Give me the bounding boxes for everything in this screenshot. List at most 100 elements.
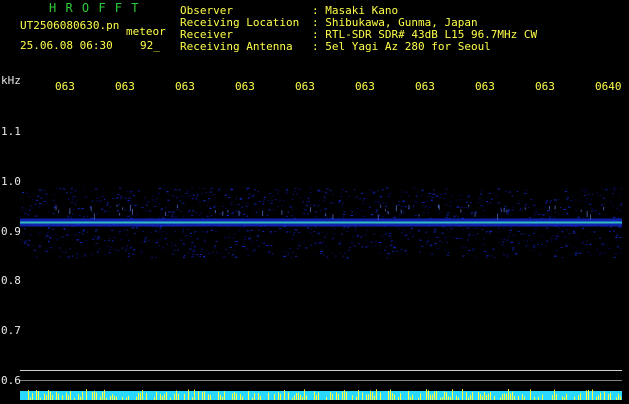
noise-speck xyxy=(61,251,63,252)
noise-speck xyxy=(620,248,622,249)
noise-speck xyxy=(462,229,465,230)
noise-speck xyxy=(240,213,241,214)
time-tick-label: 063 xyxy=(115,80,135,93)
noise-speck xyxy=(427,241,428,242)
noise-speck xyxy=(252,196,254,197)
time-tick-label: 063 xyxy=(295,80,315,93)
meteor-echo xyxy=(525,207,526,209)
noise-speck xyxy=(263,243,266,244)
noise-speck xyxy=(67,257,68,258)
noise-speck xyxy=(343,256,344,257)
noise-speck xyxy=(124,198,127,199)
noise-speck xyxy=(378,203,381,204)
noise-speck xyxy=(429,207,432,208)
noise-speck xyxy=(194,231,196,232)
noise-speck xyxy=(468,196,471,197)
noise-speck xyxy=(32,257,33,258)
noise-speck xyxy=(371,242,372,243)
noise-speck xyxy=(117,250,119,251)
noise-speck xyxy=(375,212,377,213)
noise-speck xyxy=(558,199,560,200)
meteor-echo xyxy=(281,210,282,214)
noise-speck xyxy=(545,245,547,246)
noise-speck xyxy=(52,229,55,230)
strength-peak xyxy=(58,394,59,400)
noise-speck xyxy=(317,191,319,192)
noise-speck xyxy=(366,246,367,247)
noise-speck xyxy=(131,215,133,216)
noise-speck xyxy=(503,255,506,256)
noise-speck xyxy=(270,245,272,246)
noise-speck xyxy=(560,207,561,208)
noise-speck xyxy=(193,250,194,251)
noise-speck xyxy=(515,253,518,254)
noise-speck xyxy=(22,192,24,193)
strength-peak xyxy=(128,396,129,400)
noise-speck xyxy=(402,190,403,191)
noise-speck xyxy=(229,237,230,238)
strength-peak xyxy=(352,395,353,400)
noise-speck xyxy=(211,188,214,189)
noise-speck xyxy=(319,198,320,199)
strength-peak xyxy=(210,395,211,400)
noise-speck xyxy=(28,214,29,215)
time-axis: 063 063 063 063 063 063 063 063 063 0640 xyxy=(0,76,629,98)
noise-speck xyxy=(318,233,320,234)
noise-speck xyxy=(97,252,100,253)
noise-speck xyxy=(610,227,611,228)
strength-peak xyxy=(304,389,305,400)
noise-speck xyxy=(573,231,574,232)
noise-speck xyxy=(436,196,438,197)
noise-speck xyxy=(619,237,621,238)
noise-speck xyxy=(326,246,327,247)
header: H R O F F T UT2506080630.pn meteor 25.06… xyxy=(0,0,629,72)
strength-peak xyxy=(194,390,195,400)
noise-speck xyxy=(395,227,397,228)
meteor-echo xyxy=(132,209,133,215)
noise-speck xyxy=(190,191,191,192)
noise-speck xyxy=(307,201,310,202)
noise-speck xyxy=(238,231,239,232)
noise-speck xyxy=(77,253,79,254)
meteor-echo xyxy=(396,205,397,211)
strength-peak xyxy=(96,392,97,400)
noise-speck xyxy=(421,246,423,247)
noise-speck xyxy=(183,243,185,244)
noise-speck xyxy=(92,239,93,240)
noise-speck xyxy=(388,252,389,253)
noise-speck xyxy=(411,227,413,228)
noise-speck xyxy=(503,253,505,254)
noise-speck xyxy=(345,191,347,192)
noise-speck xyxy=(361,246,363,247)
frequency-tick-label: 1.1 xyxy=(1,125,21,138)
noise-speck xyxy=(613,217,614,218)
antenna-value: : 5el Yagi Az 280 for Seoul xyxy=(312,41,491,53)
noise-speck xyxy=(595,239,596,240)
strength-peak xyxy=(502,394,503,400)
noise-speck xyxy=(618,227,621,228)
noise-speck xyxy=(586,201,589,202)
noise-speck xyxy=(591,211,594,212)
noise-speck xyxy=(436,237,439,238)
noise-speck xyxy=(205,237,206,238)
noise-speck xyxy=(72,256,73,257)
noise-speck xyxy=(615,240,618,241)
noise-speck xyxy=(546,228,548,229)
strength-peak xyxy=(388,391,389,400)
strength-peak xyxy=(104,390,105,400)
noise-speck xyxy=(566,230,569,231)
noise-speck xyxy=(439,241,441,242)
noise-speck xyxy=(483,210,485,211)
noise-speck xyxy=(264,197,266,198)
strength-peak xyxy=(332,394,333,400)
noise-speck xyxy=(498,202,501,203)
meteor-echo xyxy=(332,214,333,219)
noise-speck xyxy=(24,243,27,244)
noise-speck xyxy=(156,227,159,228)
noise-speck xyxy=(585,244,588,245)
noise-speck xyxy=(512,209,514,210)
strength-peak xyxy=(114,396,115,400)
strength-peak xyxy=(248,391,249,400)
strength-peak xyxy=(92,392,93,400)
noise-speck xyxy=(275,199,276,200)
